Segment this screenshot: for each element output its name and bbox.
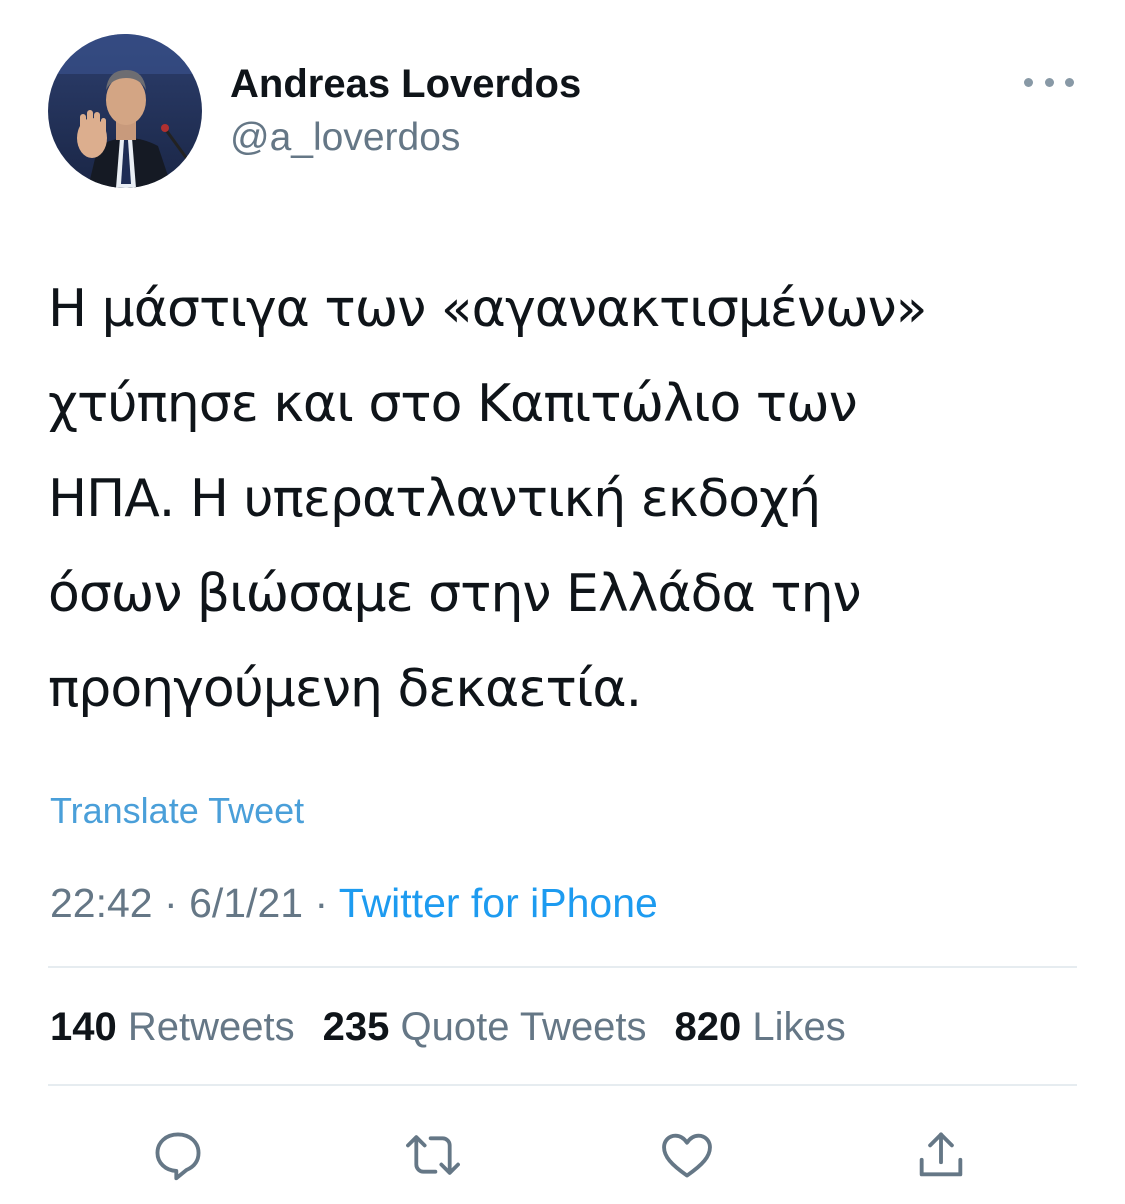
quote-tweets-label: Quote Tweets xyxy=(400,1005,647,1049)
meta-separator: · xyxy=(314,880,339,926)
tweet-date: 6/1/21 xyxy=(189,880,304,926)
user-handle[interactable]: @a_loverdos xyxy=(230,116,460,160)
retweet-icon[interactable] xyxy=(398,1120,468,1190)
more-dot xyxy=(1044,77,1054,87)
avatar-photo xyxy=(48,34,202,188)
share-icon[interactable] xyxy=(906,1120,976,1190)
avatar[interactable] xyxy=(48,34,202,188)
tweet-source-link[interactable]: Twitter for iPhone xyxy=(339,880,658,926)
translate-tweet-link[interactable]: Translate Tweet xyxy=(50,790,304,832)
tweet-text-line: προηγούμενη δεκαετία. xyxy=(48,659,642,719)
meta-separator: · xyxy=(164,880,190,926)
tweet-text-line: όσων βιώσαμε στην Ελλάδα την xyxy=(48,564,862,624)
more-options-icon[interactable] xyxy=(1024,66,1074,98)
likes-stat[interactable]: 820 Likes xyxy=(675,1005,846,1050)
more-dot xyxy=(1065,77,1074,87)
more-dot xyxy=(1024,77,1033,87)
action-bar xyxy=(0,1120,1125,1190)
tweet-text-line: ΗΠΑ. Η υπερατλαντική εκδοχή xyxy=(48,469,821,529)
tweet-text-line: χτύπησε και στο Καπιτώλιο των xyxy=(48,374,858,434)
quote-tweets-stat[interactable]: 235 Quote Tweets xyxy=(323,1005,647,1050)
tweet-time: 22:42 xyxy=(50,880,153,926)
reply-icon[interactable] xyxy=(143,1120,213,1190)
quote-tweets-count: 235 xyxy=(322,1005,401,1049)
likes-label: Likes xyxy=(752,1005,846,1049)
retweets-count: 140 xyxy=(50,1005,128,1049)
tweet-detail: Andreas Loverdos @a_loverdos Η μάστιγα τ… xyxy=(0,0,1125,1204)
tweet-text: Η μάστιγα των «αγανακτισμένων» χτύπησε κ… xyxy=(48,262,1088,737)
divider xyxy=(48,966,1077,968)
divider xyxy=(48,1084,1077,1086)
like-icon[interactable] xyxy=(652,1120,722,1190)
tweet-stats: 140 Retweets 235 Quote Tweets 820 Likes xyxy=(50,1005,874,1050)
display-name[interactable]: Andreas Loverdos xyxy=(230,62,581,107)
tweet-meta: 22:42 · 6/1/21 · Twitter for iPhone xyxy=(50,880,658,927)
likes-count: 820 xyxy=(674,1005,753,1049)
retweets-stat[interactable]: 140 Retweets xyxy=(50,1005,295,1050)
retweets-label: Retweets xyxy=(127,1005,295,1049)
tweet-text-line: Η μάστιγα των «αγανακτισμένων» xyxy=(48,279,927,339)
